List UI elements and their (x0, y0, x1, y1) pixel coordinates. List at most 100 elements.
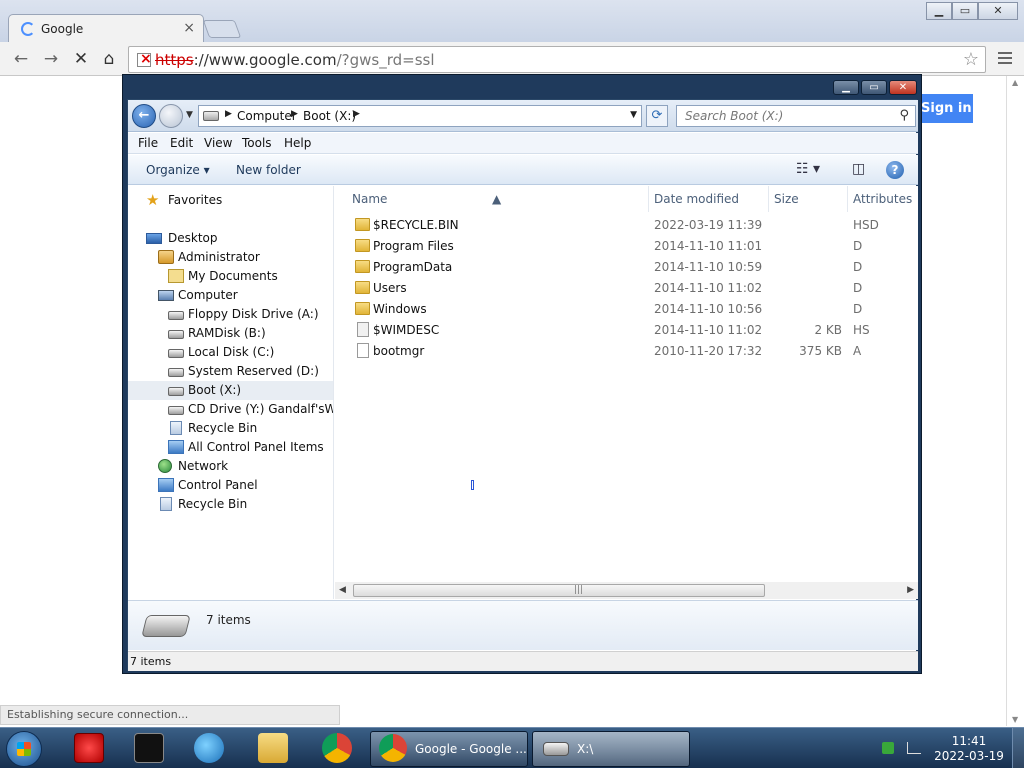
power-app-icon[interactable] (74, 733, 104, 763)
action-center-icon[interactable] (882, 742, 894, 754)
forward-icon[interactable]: → (40, 48, 62, 70)
preview-pane-icon[interactable]: ◫ (852, 161, 865, 177)
chrome-icon[interactable] (322, 733, 352, 763)
file-date: 2010-11-20 17:32 (654, 344, 763, 358)
drive-icon (168, 387, 184, 396)
column-divider[interactable] (768, 186, 769, 212)
browser-close-button[interactable]: ✕ (978, 2, 1018, 20)
tree-item-label: Floppy Disk Drive (A:) (188, 307, 319, 321)
home-icon[interactable]: ⌂ (98, 48, 120, 70)
column-divider[interactable] (648, 186, 649, 212)
view-options-icon[interactable]: ☷ ▾ (796, 161, 820, 177)
scroll-up-icon[interactable]: ▲ (1012, 78, 1018, 87)
column-date-modified[interactable]: Date modified (654, 192, 739, 206)
network-globe-icon[interactable] (194, 733, 224, 763)
column-divider[interactable] (847, 186, 848, 212)
address-drive-icon (203, 111, 219, 121)
menu-edit[interactable]: Edit (170, 136, 193, 150)
url-text: https://www.google.com/?gws_rd=ssl (155, 51, 435, 69)
scrollbar-thumb[interactable]: ||| (353, 584, 765, 597)
file-date: 2014-11-10 11:02 (654, 323, 763, 337)
explorer-search-box[interactable]: Search Boot (X:) ⚲ (676, 105, 916, 127)
search-icon[interactable]: ⚲ (899, 108, 909, 123)
browser-status-bubble: Establishing secure connection... (0, 705, 340, 725)
explorer-maximize-button[interactable]: ▭ (861, 80, 887, 95)
column-size[interactable]: Size (774, 192, 799, 206)
file-row[interactable]: Users 2014-11-10 11:02 D (335, 278, 918, 299)
folder-icon (355, 281, 370, 294)
drive-icon (168, 330, 184, 339)
menu-help[interactable]: Help (284, 136, 311, 150)
start-button[interactable] (6, 731, 42, 767)
stop-icon[interactable]: ✕ (70, 48, 92, 70)
address-bar[interactable]: https://www.google.com/?gws_rd=ssl ☆ (128, 46, 986, 73)
breadcrumb-separator-icon[interactable]: ▶ (225, 109, 232, 119)
browser-tab[interactable]: Google × (8, 14, 204, 42)
tree-item-label: Network (178, 459, 229, 473)
file-explorer-icon[interactable] (258, 733, 288, 763)
details-item-count: 7 items (206, 613, 251, 627)
file-row[interactable]: bootmgr 2010-11-20 17:32 375 KB A (335, 341, 918, 362)
breadcrumb-separator-icon[interactable]: ▶ (353, 109, 360, 119)
file-row[interactable]: $WIMDESC 2014-11-10 11:02 2 KB HS (335, 320, 918, 341)
network-icon (158, 459, 172, 473)
scroll-right-icon[interactable]: ▶ (907, 585, 914, 595)
scroll-down-icon[interactable]: ▼ (1012, 715, 1018, 724)
tree-item-label: Control Panel (178, 478, 258, 492)
browser-minimize-button[interactable]: ▁ (926, 2, 952, 20)
system-clock[interactable]: 11:41 2022-03-19 (934, 734, 1004, 764)
address-dropdown-icon[interactable]: ▼ (630, 110, 637, 120)
documents-icon (168, 269, 184, 283)
command-bar: Organize ▾ New folder ☷ ▾ ◫ ? (128, 155, 918, 185)
file-row[interactable]: ProgramData 2014-11-10 10:59 D (335, 257, 918, 278)
new-tab-button[interactable] (202, 20, 242, 38)
taskbar-task-chrome[interactable]: Google - Google ... (370, 731, 528, 767)
command-prompt-icon[interactable] (134, 733, 164, 763)
menu-tools[interactable]: Tools (242, 136, 272, 150)
url-scheme: https (155, 51, 194, 69)
file-icon (357, 343, 369, 358)
file-row[interactable]: $RECYCLE.BIN 2022-03-19 11:39 HSD (335, 215, 918, 236)
scroll-left-icon[interactable]: ◀ (339, 585, 346, 595)
tab-close-icon[interactable]: × (183, 20, 195, 36)
chrome-menu-icon[interactable] (998, 52, 1012, 64)
back-icon[interactable]: ← (10, 48, 32, 70)
network-tray-icon[interactable] (907, 742, 921, 754)
bookmark-star-icon[interactable]: ☆ (963, 49, 979, 70)
menu-view[interactable]: View (204, 136, 232, 150)
column-name[interactable]: Name (352, 192, 387, 206)
browser-toolbar: ← → ✕ ⌂ https://www.google.com/?gws_rd=s… (0, 42, 1024, 76)
refresh-button[interactable]: ⟳ (646, 105, 668, 127)
file-attributes: A (853, 344, 862, 358)
nav-forward-button[interactable] (159, 104, 183, 128)
tree-item-label: Computer (178, 288, 238, 302)
taskbar-task-explorer[interactable]: X:\ (532, 731, 690, 767)
file-row[interactable]: Windows 2014-11-10 10:56 D (335, 299, 918, 320)
horizontal-scrollbar[interactable]: ◀ ||| ▶ (335, 582, 918, 599)
floppy-drive-icon (168, 311, 184, 320)
breadcrumb-computer[interactable]: Computer (237, 109, 297, 123)
explorer-minimize-button[interactable]: ▁ (833, 80, 859, 95)
page-scrollbar[interactable]: ▲ ▼ (1006, 76, 1024, 726)
breadcrumb-separator-icon[interactable]: ▶ (291, 109, 298, 119)
show-desktop-button[interactable] (1012, 728, 1024, 768)
explorer-address-bar[interactable]: ▶ Computer ▶ Boot (X:) ▶ ▼ (198, 105, 642, 127)
column-attributes[interactable]: Attributes (853, 192, 912, 206)
navigation-pane: ★ Favorites Desktop Administrator My Doc… (128, 186, 334, 599)
url-host: ://www.google.com (193, 51, 337, 69)
menu-file[interactable]: File (138, 136, 158, 150)
tree-item-label: Favorites (168, 193, 223, 207)
drive-icon (168, 349, 184, 358)
insecure-lock-icon[interactable] (137, 51, 152, 67)
tree-item-boot[interactable]: Boot (X:) (128, 381, 333, 400)
file-row[interactable]: Program Files 2014-11-10 11:01 D (335, 236, 918, 257)
recent-pages-icon[interactable]: ▼ (186, 110, 193, 120)
nav-back-button[interactable]: ← (132, 104, 156, 128)
tree-item-label: Recycle Bin (178, 497, 248, 511)
explorer-close-button[interactable]: ✕ (889, 80, 917, 95)
organize-button[interactable]: Organize ▾ (146, 163, 210, 177)
breadcrumb-boot[interactable]: Boot (X:) (303, 109, 356, 123)
browser-maximize-button[interactable]: ▭ (952, 2, 978, 20)
help-icon[interactable]: ? (886, 161, 904, 179)
new-folder-button[interactable]: New folder (236, 163, 301, 177)
